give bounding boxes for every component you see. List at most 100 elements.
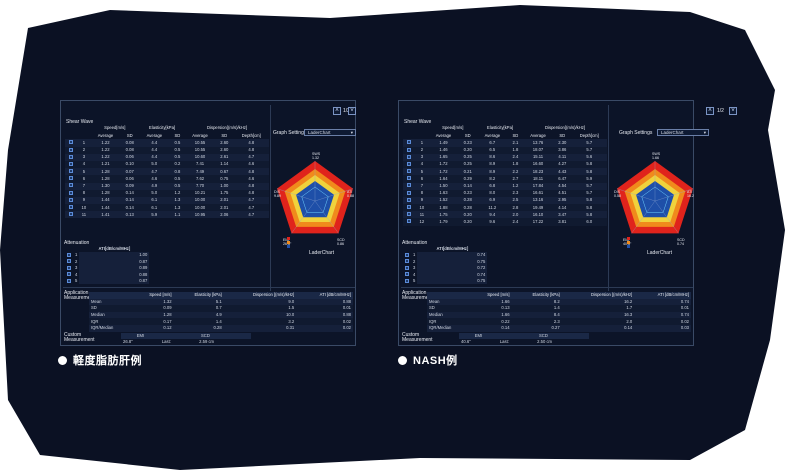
row-checkbox[interactable]	[403, 218, 415, 225]
table-cell: 6.5	[489, 147, 496, 153]
row-checkbox[interactable]	[403, 278, 411, 284]
table-cell: 6.0	[586, 218, 593, 224]
row-checkbox[interactable]	[403, 161, 415, 168]
table-cell: 4.7	[248, 204, 255, 210]
table-cell: 17.22	[532, 218, 544, 224]
checkbox-icon[interactable]	[407, 190, 412, 195]
row-checkbox[interactable]	[65, 211, 77, 218]
row-checkbox[interactable]	[65, 147, 77, 154]
checkbox-icon[interactable]	[67, 252, 71, 257]
row-checkbox[interactable]	[403, 147, 415, 154]
table-cell: 1.22	[101, 147, 110, 153]
table-cell: 2.4	[512, 218, 519, 224]
table-cell: 2.0	[626, 318, 633, 324]
table-row: 4 1.72 0.25 8.9 1.8 16.60 4.27 5.8	[403, 160, 607, 169]
checkbox-icon[interactable]	[407, 197, 412, 202]
checkbox-icon[interactable]	[67, 278, 71, 283]
col-header: Average	[192, 132, 208, 138]
checkbox-icon[interactable]	[69, 161, 74, 166]
table-cell: 5.8	[586, 211, 593, 217]
attenuation-table: ATI[dB/cm/MHz] 1 1.00 2 0.87 3 0.89 4 0.88 5 0.87	[65, 246, 150, 285]
row-checkbox[interactable]	[65, 204, 77, 211]
checkbox-icon[interactable]	[407, 147, 412, 152]
table-cell: 8.2	[489, 175, 496, 181]
checkbox-icon[interactable]	[69, 147, 74, 152]
checkbox-icon[interactable]	[69, 140, 74, 145]
table-row: IQR 0.22 2.3 2.0 0.02	[427, 318, 691, 325]
checkbox-icon[interactable]	[407, 161, 412, 166]
table-cell: 2.4	[512, 154, 519, 160]
checkbox-icon[interactable]	[69, 197, 74, 202]
page-down-button[interactable]: ˅	[348, 107, 356, 115]
row-checkbox[interactable]	[403, 139, 415, 146]
checkbox-icon[interactable]	[407, 176, 412, 181]
table-cell: 5.6	[586, 154, 593, 160]
checkbox-icon[interactable]	[67, 272, 71, 277]
graph-type-select[interactable]: LaderChart ▾	[657, 129, 709, 136]
col-header: Dispersion [(m/s)/kHz]	[561, 292, 635, 299]
table-cell: 16.10	[532, 211, 544, 217]
row-checkbox[interactable]	[403, 183, 415, 190]
page-down-button[interactable]: ˅	[729, 107, 737, 115]
table-cell: 7.49	[195, 168, 205, 174]
table-cell: 3	[420, 154, 424, 160]
checkbox-icon[interactable]	[69, 183, 74, 188]
row-checkbox[interactable]	[65, 190, 77, 197]
row-checkbox[interactable]	[65, 278, 73, 284]
checkbox-icon[interactable]	[407, 154, 412, 159]
checkbox-icon[interactable]	[405, 259, 409, 264]
row-checkbox[interactable]	[403, 204, 415, 211]
checkbox-icon[interactable]	[405, 265, 409, 270]
table-cell: 5.0	[151, 190, 158, 196]
checkbox-icon[interactable]	[69, 190, 74, 195]
table-cell: 0.01	[342, 305, 351, 311]
table-cell: 0.75	[220, 175, 229, 181]
chart-title: LaderChart	[647, 250, 673, 256]
row-checkbox[interactable]	[403, 175, 415, 182]
page-up-button[interactable]: ˄	[333, 107, 341, 115]
checkbox-icon[interactable]	[405, 272, 409, 277]
checkbox-icon[interactable]	[405, 278, 409, 283]
table-row: 9 1.44 0.14 6.1 1.3 10.00 2.01 4.7	[65, 196, 269, 205]
row-checkbox[interactable]	[403, 154, 415, 161]
checkbox-icon[interactable]	[407, 205, 412, 210]
checkbox-icon[interactable]	[67, 265, 71, 270]
row-checkbox[interactable]	[403, 190, 415, 197]
checkbox-icon[interactable]	[405, 252, 409, 257]
row-checkbox[interactable]	[65, 183, 77, 190]
table-cell: 0.88	[342, 311, 351, 317]
table-cell: 1.52	[439, 197, 448, 203]
table-cell: 1.28	[163, 311, 172, 317]
checkbox-icon[interactable]	[67, 259, 71, 264]
page-up-button[interactable]: ˄	[706, 107, 714, 115]
table-row: 5 0.75	[403, 277, 488, 285]
graph-type-select[interactable]: LaderChart ▾	[304, 129, 356, 136]
table-row: 1 1.49 0.23 6.7 2.1 13.76 2.30 5.7	[403, 139, 607, 147]
row-checkbox[interactable]	[403, 168, 415, 175]
row-checkbox[interactable]	[403, 197, 415, 204]
checkbox-icon[interactable]	[407, 183, 412, 188]
row-checkbox[interactable]	[65, 139, 77, 146]
row-checkbox[interactable]	[65, 197, 77, 204]
checkbox-icon[interactable]	[69, 154, 74, 159]
row-checkbox[interactable]	[65, 161, 77, 168]
row-checkbox[interactable]	[65, 168, 77, 175]
emi-value: 26.8"	[123, 338, 133, 344]
col-header: Elasticity [kPa]	[173, 292, 224, 299]
table-cell: 5.7	[586, 182, 593, 188]
checkbox-icon[interactable]	[407, 212, 412, 217]
graph-settings-label: Graph Settings	[273, 130, 307, 136]
checkbox-icon[interactable]	[69, 212, 74, 217]
checkbox-icon[interactable]	[69, 205, 74, 210]
row-checkbox[interactable]	[403, 211, 415, 218]
col-group-speed: Speed[m/s]	[442, 125, 464, 131]
checkbox-icon[interactable]	[69, 176, 74, 181]
checkbox-icon[interactable]	[407, 140, 412, 145]
row-checkbox[interactable]	[65, 175, 77, 182]
checkbox-icon[interactable]	[407, 219, 412, 224]
checkbox-icon[interactable]	[407, 169, 412, 174]
table-cell: 8.4	[553, 311, 560, 317]
checkbox-icon[interactable]	[69, 169, 74, 174]
table-cell: 1.32	[163, 298, 172, 304]
row-checkbox[interactable]	[65, 154, 77, 161]
